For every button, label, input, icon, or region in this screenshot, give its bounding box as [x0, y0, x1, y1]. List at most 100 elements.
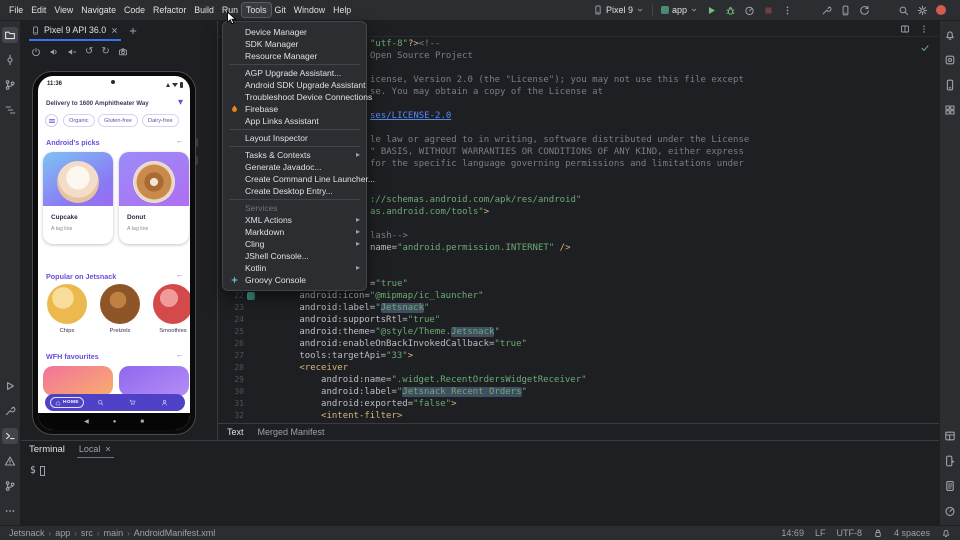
nav-home-button[interactable]: HOME	[50, 397, 84, 408]
editor-options-icon[interactable]	[919, 24, 929, 34]
snack-card[interactable]: CupcakeA tag line	[43, 152, 113, 244]
wfh-card[interactable]	[119, 366, 189, 396]
device-manager-tool-button[interactable]	[942, 77, 958, 93]
file-encoding[interactable]: UTF-8	[836, 528, 862, 538]
search-everywhere-icon[interactable]	[898, 5, 909, 16]
profile-icon[interactable]	[161, 399, 168, 406]
line-ending[interactable]: LF	[815, 528, 826, 538]
menu-refactor[interactable]: Refactor	[149, 3, 190, 17]
pull-requests-tool-button[interactable]	[2, 77, 18, 93]
layout-inspector-tool-button[interactable]	[942, 428, 958, 444]
device-selector[interactable]: Pixel 9	[593, 5, 644, 15]
section-arrow-icon[interactable]: ←	[176, 138, 183, 145]
version-control-tool-button[interactable]	[2, 478, 18, 494]
more-actions-icon[interactable]	[782, 5, 793, 16]
notifications-icon[interactable]	[941, 528, 951, 538]
app-insights-tool-button[interactable]	[942, 503, 958, 519]
volume-up-icon[interactable]	[49, 47, 59, 57]
tools-menu-item-sdk-manager[interactable]: SDK Manager	[223, 38, 366, 50]
filter-chip[interactable]: Dairy-free	[142, 114, 179, 127]
problems-tool-button[interactable]	[2, 453, 18, 469]
build-tool-button[interactable]	[2, 403, 18, 419]
tools-menu-item-cling[interactable]: Cling▸	[223, 238, 366, 250]
screenshot-icon[interactable]	[118, 47, 128, 57]
tools-menu-item-device-manager[interactable]: Device Manager	[223, 26, 366, 38]
tools-menu-item-resource-manager[interactable]: Resource Manager	[223, 50, 366, 62]
notifications-tool-button[interactable]	[942, 27, 958, 43]
menu-edit[interactable]: Edit	[27, 3, 50, 17]
tools-menu-item-generate-javadoc[interactable]: Generate Javadoc...	[223, 161, 366, 173]
caret-position[interactable]: 14:69	[781, 528, 804, 538]
popular-snack-image[interactable]	[153, 284, 190, 324]
project-tool-button[interactable]	[2, 27, 18, 43]
tools-menu-item-create-command-line-launcher[interactable]: Create Command Line Launcher...	[223, 173, 366, 185]
search-icon[interactable]	[97, 399, 104, 406]
structure-tool-button[interactable]	[2, 102, 18, 118]
menu-code[interactable]: Code	[120, 3, 149, 17]
breadcrumb-item[interactable]: main	[104, 528, 124, 538]
rotate-left-icon[interactable]: ↺	[85, 47, 93, 57]
profiler-icon[interactable]	[744, 5, 755, 16]
inspections-ok-icon[interactable]	[920, 43, 930, 53]
tools-menu-item-kotlin[interactable]: Kotlin▸	[223, 262, 366, 274]
system-home-icon[interactable]: ●	[113, 419, 117, 425]
tools-menu-item-android-sdk-upgrade-assistant[interactable]: Android SDK Upgrade Assistant	[223, 79, 366, 91]
device-manager-icon[interactable]	[840, 5, 851, 16]
rotate-right-icon[interactable]: ↻	[101, 47, 109, 57]
breadcrumb-item[interactable]: src	[81, 528, 93, 538]
read-only-lock-icon[interactable]	[873, 528, 883, 538]
tools-menu-item-firebase[interactable]: Firebase	[223, 103, 366, 115]
user-avatar[interactable]	[936, 5, 946, 15]
close-tab-icon[interactable]	[110, 26, 119, 35]
logcat-tool-button[interactable]	[942, 478, 958, 494]
resource-manager-tool-button[interactable]	[942, 102, 958, 118]
sync-project-icon[interactable]	[859, 5, 870, 16]
run-icon[interactable]	[706, 5, 717, 16]
filters-button[interactable]	[45, 114, 58, 127]
section-arrow-icon[interactable]: ←	[176, 272, 183, 279]
tools-menu-item-create-desktop-entry[interactable]: Create Desktop Entry...	[223, 185, 366, 197]
menu-view[interactable]: View	[50, 3, 77, 17]
system-recents-icon[interactable]: ■	[140, 419, 144, 425]
breadcrumb-item[interactable]: AndroidManifest.xml	[134, 528, 216, 538]
tools-menu-item-markdown[interactable]: Markdown▸	[223, 226, 366, 238]
popular-snack-image[interactable]	[100, 284, 140, 324]
breadcrumb-item[interactable]: Jetsnack	[9, 528, 45, 538]
menu-help[interactable]: Help	[329, 3, 355, 17]
indent-setting[interactable]: 4 spaces	[894, 528, 930, 538]
tools-menu-item-troubleshoot-device-connections[interactable]: Troubleshoot Device Connections	[223, 91, 366, 103]
volume-down-icon[interactable]	[67, 47, 77, 57]
terminal-tool-button[interactable]	[2, 428, 18, 444]
menu-window[interactable]: Window	[290, 3, 329, 17]
split-editor-icon[interactable]	[900, 24, 910, 34]
run-configuration-selector[interactable]: app	[661, 5, 698, 15]
device-tab[interactable]: Pixel 9 API 36.0	[29, 21, 121, 41]
emulator-tool-button[interactable]	[942, 453, 958, 469]
tools-menu-item-groovy-console[interactable]: Groovy Console	[223, 274, 366, 286]
cart-icon[interactable]	[129, 399, 136, 406]
debug-icon[interactable]	[725, 5, 736, 16]
stop-icon[interactable]	[763, 5, 774, 16]
more-tool-windows-tool-button[interactable]	[2, 503, 18, 519]
settings-icon[interactable]	[917, 5, 928, 16]
section-arrow-icon[interactable]: ←	[176, 352, 183, 359]
tools-menu-item-layout-inspector[interactable]: Layout Inspector	[223, 132, 366, 144]
filter-chip[interactable]: Gluten-free	[98, 114, 138, 127]
menu-tools[interactable]: Tools	[242, 3, 271, 17]
terminal-content[interactable]: $	[21, 458, 939, 476]
tools-menu-item-agp-upgrade-assistant[interactable]: AGP Upgrade Assistant...	[223, 67, 366, 79]
tools-menu-item-jshell-console[interactable]: JShell Console...	[223, 250, 366, 262]
menu-git[interactable]: Git	[271, 3, 290, 17]
menu-file[interactable]: File	[5, 3, 27, 17]
gradle-tool-button[interactable]	[942, 52, 958, 68]
phone-screen[interactable]: 11:36Delivery to 1600 Amphitheater Way▾O…	[38, 76, 190, 430]
expand-delivery-icon[interactable]: ▾	[178, 98, 183, 108]
popular-snack-image[interactable]	[47, 284, 87, 324]
close-terminal-tab-icon[interactable]	[104, 445, 112, 453]
editor-view-tab-text[interactable]: Text	[227, 427, 244, 437]
run-tool-button[interactable]	[2, 378, 18, 394]
menu-build[interactable]: Build	[190, 3, 218, 17]
system-back-icon[interactable]: ◀	[84, 419, 89, 425]
tools-menu-item-tasks-contexts[interactable]: Tasks & Contexts▸	[223, 149, 366, 161]
wfh-card[interactable]	[43, 366, 113, 396]
